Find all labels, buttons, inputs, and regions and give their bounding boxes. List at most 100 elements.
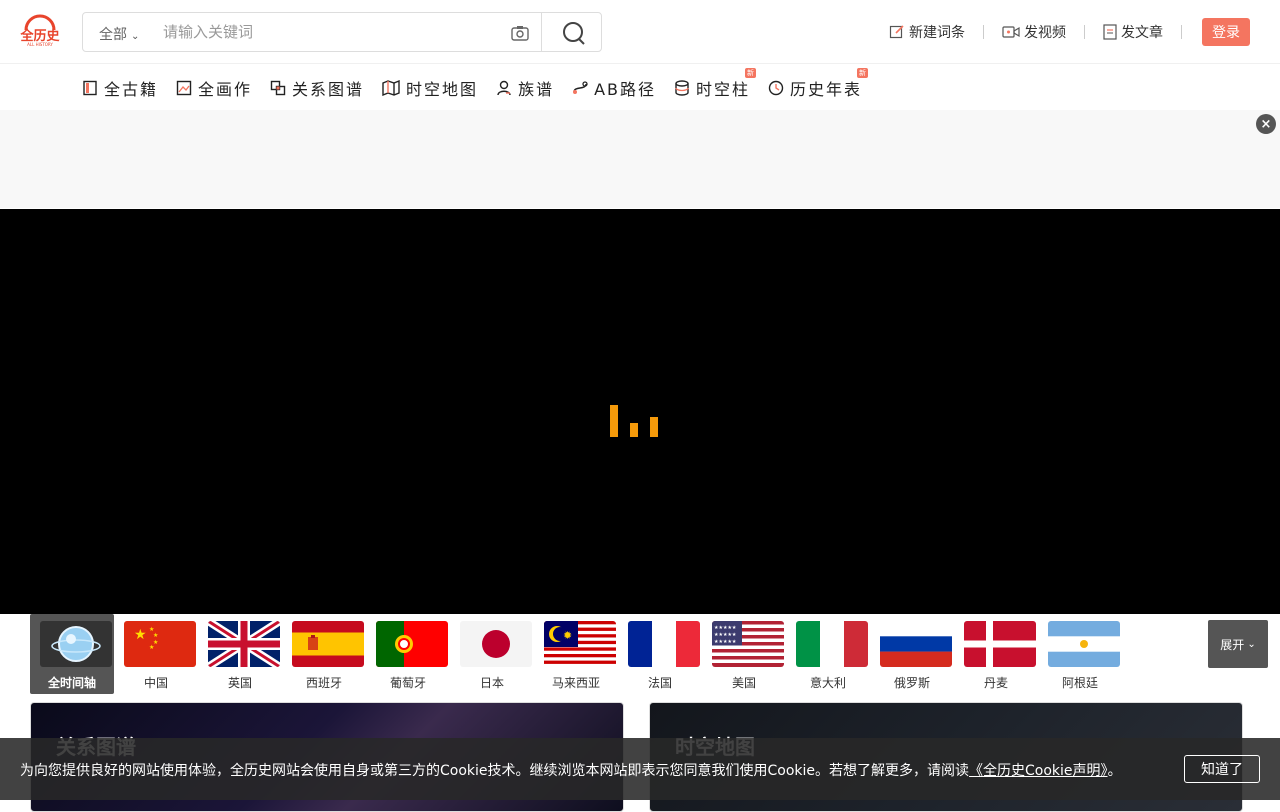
svg-text:ALL HISTORY: ALL HISTORY xyxy=(27,42,53,47)
new-badge: 新 xyxy=(857,68,869,78)
clock-icon xyxy=(768,80,784,96)
flag-russia-icon xyxy=(880,621,952,667)
book-icon xyxy=(83,80,97,96)
cookie-accept-button[interactable]: 知道了 xyxy=(1184,755,1260,783)
flag-usa-icon: ★★★★★ ★★★★★ ★★★★★ xyxy=(712,621,784,667)
flag-item-spain[interactable]: 西班牙 xyxy=(282,614,366,694)
nav-item-ab-path[interactable]: AB路径 xyxy=(572,76,656,100)
flag-label: 马来西亚 xyxy=(551,676,600,690)
flag-denmark-icon xyxy=(964,621,1036,667)
header-actions: 新建词条 发视频 发文章 登录 xyxy=(889,18,1250,46)
expand-button[interactable]: 展开 ⌄ xyxy=(1208,620,1268,668)
cookie-policy-link[interactable]: 《全历史Cookie声明》 xyxy=(969,763,1108,779)
svg-text:★: ★ xyxy=(153,632,158,639)
flag-item-italy[interactable]: 意大利 xyxy=(786,614,870,694)
flag-item-malaysia[interactable]: ✹ 马来西亚 xyxy=(534,614,618,694)
search-box: 全部 ⌄ xyxy=(82,12,602,52)
flag-uk-icon xyxy=(208,621,280,667)
flag-item-uk[interactable]: 英国 xyxy=(198,614,282,694)
cookie-text: 为向您提供良好的网站使用体验，全历史网站会使用自身或第三方的Cookie技术。继… xyxy=(20,763,970,779)
expand-label: 展开 xyxy=(1220,637,1245,652)
search-input[interactable] xyxy=(163,18,493,46)
flag-label: 阿根廷 xyxy=(1061,676,1098,690)
nav-item-ancient-books[interactable]: 全古籍 xyxy=(82,76,158,100)
search-button[interactable] xyxy=(541,12,603,52)
flag-item-china[interactable]: ★ ★ ★ ★ ★ 中国 xyxy=(114,614,198,694)
flag-item-argentina[interactable]: 阿根廷 xyxy=(1038,614,1122,694)
edit-icon xyxy=(889,25,904,39)
loader-bar xyxy=(630,423,638,437)
svg-text:★: ★ xyxy=(149,644,154,651)
post-video-label: 发视频 xyxy=(1024,25,1066,41)
svg-text:★: ★ xyxy=(134,627,147,643)
graph-icon xyxy=(270,80,286,96)
nav-item-spacetime-map[interactable]: 时空地图 xyxy=(382,76,478,100)
flag-label: 丹麦 xyxy=(983,676,1008,690)
hero-video-area[interactable] xyxy=(0,209,1280,614)
flag-label: 中国 xyxy=(143,676,168,690)
nav-item-paintings[interactable]: 全画作 xyxy=(176,76,252,100)
nav-item-label: 时空地图 xyxy=(406,80,479,99)
nav-item-label: 时空柱 xyxy=(696,80,751,99)
flag-label: 英国 xyxy=(227,676,252,690)
nav-item-label: 全古籍 xyxy=(104,80,159,99)
nav-item-spacetime-column[interactable]: 时空柱 新 xyxy=(674,68,757,100)
nav-item-label: 族谱 xyxy=(518,80,555,99)
flag-item-denmark[interactable]: 丹麦 xyxy=(954,614,1038,694)
main-nav: 全古籍 全画作 关系图谱 时空地图 族谱 AB路径 时空柱 新 历史年表 新 xyxy=(82,68,880,102)
globe-icon xyxy=(40,621,112,667)
nav-item-genealogy[interactable]: 族谱 xyxy=(496,76,554,100)
divider xyxy=(1084,25,1085,39)
nav-item-label: AB路径 xyxy=(594,80,657,99)
painting-icon xyxy=(176,80,192,96)
cookie-message: 为向您提供良好的网站使用体验，全历史网站会使用自身或第三方的Cookie技术。继… xyxy=(20,760,1122,780)
loader-bar xyxy=(650,417,658,437)
flag-italy-icon xyxy=(796,621,868,667)
new-entry-button[interactable]: 新建词条 xyxy=(889,22,965,42)
country-flag-bar: 全时间轴 ★ ★ ★ ★ ★ 中国 英国 西班牙 葡萄牙 日本 ✹ 马来西亚 法… xyxy=(30,614,1268,694)
chevron-down-icon: ⌄ xyxy=(1247,638,1256,650)
flag-item-usa[interactable]: ★★★★★ ★★★★★ ★★★★★ 美国 xyxy=(702,614,786,694)
flag-item-russia[interactable]: 俄罗斯 xyxy=(870,614,954,694)
post-article-button[interactable]: 发文章 xyxy=(1103,22,1163,42)
post-article-label: 发文章 xyxy=(1121,25,1163,41)
path-icon xyxy=(573,81,588,94)
svg-text:★★★★★: ★★★★★ xyxy=(714,625,737,631)
flag-label: 葡萄牙 xyxy=(389,676,426,690)
flag-item-japan[interactable]: 日本 xyxy=(450,614,534,694)
loader-bar xyxy=(610,405,618,437)
flag-label: 美国 xyxy=(731,676,756,690)
search-icon xyxy=(563,22,585,45)
flag-item-portugal[interactable]: 葡萄牙 xyxy=(366,614,450,694)
logo-graphic: 全历史 ALL HISTORY xyxy=(19,14,60,47)
nav-item-label: 全画作 xyxy=(198,80,253,99)
cookie-text-end: 。 xyxy=(1107,763,1122,779)
nav-item-relation-graph[interactable]: 关系图谱 xyxy=(270,76,364,100)
chevron-down-icon: ⌄ xyxy=(131,31,140,42)
divider xyxy=(983,25,984,39)
camera-icon[interactable] xyxy=(511,25,529,41)
cookie-banner: 为向您提供良好的网站使用体验，全历史网站会使用自身或第三方的Cookie技术。继… xyxy=(0,738,1280,800)
flag-label: 全时间轴 xyxy=(47,676,96,690)
person-icon xyxy=(497,80,511,96)
svg-text:★★★★★: ★★★★★ xyxy=(714,639,737,645)
login-button[interactable]: 登录 xyxy=(1202,18,1250,46)
new-entry-label: 新建词条 xyxy=(909,25,965,41)
post-video-button[interactable]: 发视频 xyxy=(1002,22,1066,42)
flag-china-icon: ★ ★ ★ ★ ★ xyxy=(124,621,196,667)
flag-japan-icon xyxy=(460,621,532,667)
ad-banner: × xyxy=(0,110,1280,208)
svg-text:✹: ✹ xyxy=(563,629,572,642)
flag-item-france[interactable]: 法国 xyxy=(618,614,702,694)
new-badge: 新 xyxy=(745,68,757,78)
flag-argentina-icon xyxy=(1048,621,1120,667)
nav-item-history-timeline[interactable]: 历史年表 新 xyxy=(768,68,869,100)
flag-item-all-timeline[interactable]: 全时间轴 xyxy=(30,614,114,694)
flag-france-icon xyxy=(628,621,700,667)
site-logo[interactable]: 全历史 ALL HISTORY xyxy=(19,14,60,48)
flag-label: 俄罗斯 xyxy=(893,676,930,690)
close-icon[interactable]: × xyxy=(1256,114,1276,134)
flag-label: 日本 xyxy=(479,676,504,690)
cylinder-icon xyxy=(675,80,689,96)
search-scope-select[interactable]: 全部 ⌄ xyxy=(99,24,139,44)
